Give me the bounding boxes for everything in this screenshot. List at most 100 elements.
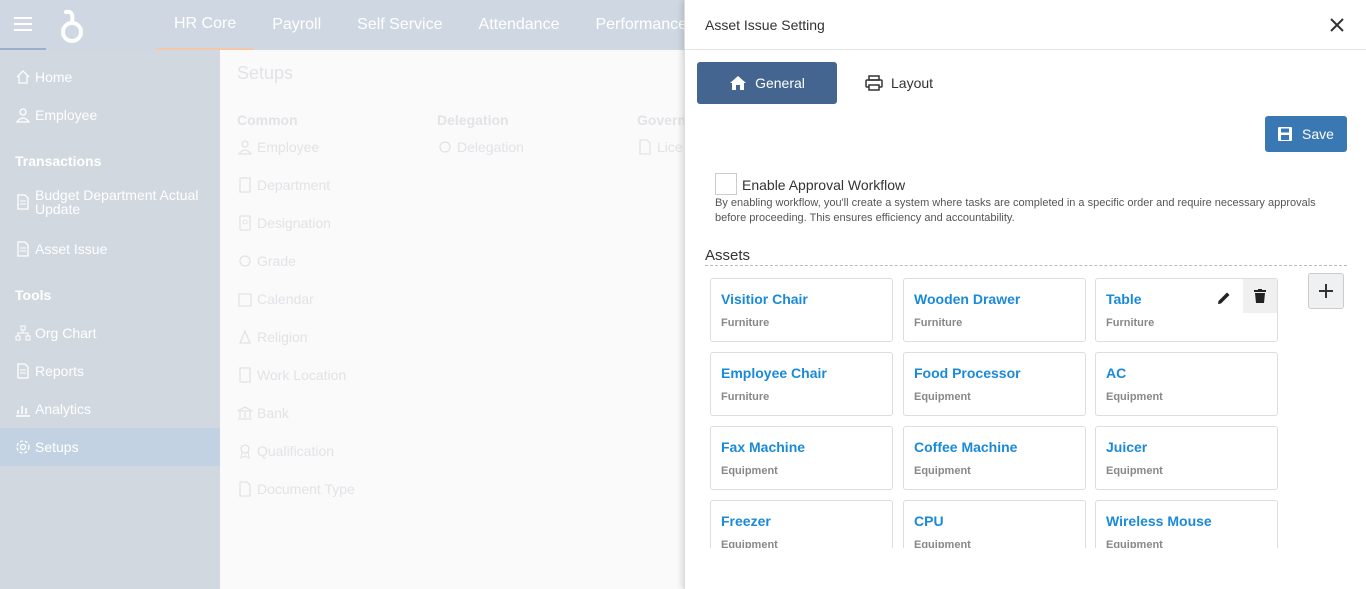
column-heading: Delegation [437,112,509,128]
app-logo[interactable] [58,8,86,44]
asset-category: Furniture [721,391,770,403]
analytics-icon [16,406,30,417]
sidebar-item-reports[interactable]: Reports [0,352,220,390]
asset-card[interactable]: CPU Equipment [903,500,1086,548]
asset-name[interactable]: Coffee Machine [914,439,1017,455]
building-icon [239,367,251,383]
asset-name[interactable]: Employee Chair [721,365,827,381]
asset-card[interactable]: Wireless Mouse Equipment [1095,500,1278,548]
asset-name[interactable]: Freezer [721,513,771,529]
setup-link-religion[interactable]: Religion [237,318,355,356]
asset-category: Equipment [1106,539,1163,548]
topnav-hr-core[interactable]: HR Core [156,0,255,50]
asset-category: Equipment [914,465,971,477]
edit-icon[interactable] [1214,288,1234,308]
asset-category: Equipment [721,465,778,477]
user-icon [237,140,253,155]
setup-link-label: Employee [257,139,320,155]
setup-link-calendar[interactable]: Calendar [237,280,355,318]
setup-link-designation[interactable]: Designation [237,204,355,242]
setup-link-delegation[interactable]: Delegation [437,128,524,166]
user-icon [15,108,31,123]
document-icon [239,481,251,497]
setups-page: Setups Common Employee Department Design… [220,50,686,589]
sidebar-item-label: Setups [35,439,79,455]
asset-category: Equipment [1106,465,1163,477]
setup-link-label: Work Location [257,367,347,383]
setup-link-department[interactable]: Department [237,166,355,204]
asset-name[interactable]: Wireless Mouse [1106,513,1212,529]
sidebar-item-label: Asset Issue [35,241,108,257]
enable-approval-workflow-checkbox[interactable] [715,173,737,195]
setup-link-work-location[interactable]: Work Location [237,356,355,394]
asset-category: Furniture [914,317,963,329]
sidebar-item-label: Analytics [35,401,92,417]
assets-divider [705,265,1347,266]
tab-layout[interactable]: Layout [865,62,933,104]
page-title: Setups [237,63,294,83]
org-chart-icon [15,325,31,341]
setup-link-label: Department [257,177,331,193]
asset-name[interactable]: CPU [914,513,944,529]
asset-card[interactable]: Wooden Drawer Furniture [903,278,1086,342]
asset-name[interactable]: Wooden Drawer [914,291,1020,307]
tab-general[interactable]: General [697,62,837,104]
asset-category: Furniture [1106,317,1155,329]
setups-common-column: Common Employee Department Designation G… [237,112,355,508]
sidebar-item-asset-issue[interactable]: Asset Issue [0,230,220,268]
add-asset-button[interactable] [1308,273,1344,309]
certificate-icon [240,444,250,459]
sidebar-item-org-chart[interactable]: Org Chart [0,314,220,352]
asset-name[interactable]: Food Processor [914,365,1021,381]
sidebar-heading-tools: Tools [15,287,52,303]
setup-link-document-type[interactable]: Document Type [237,470,355,508]
asset-name[interactable]: Juicer [1106,439,1147,455]
asset-name[interactable]: Visitior Chair [721,291,808,307]
sidebar-item-setups[interactable]: Setups [0,428,220,466]
setup-link-grade[interactable]: Grade [237,242,355,280]
asset-card[interactable]: Coffee Machine Equipment [903,426,1086,490]
sidebar-item-employee[interactable]: Employee [0,96,220,134]
sidebar-item-budget-department[interactable]: Budget Department Actual Update [0,180,220,230]
asset-name[interactable]: Fax Machine [721,439,805,455]
setup-link-bank[interactable]: Bank [237,394,355,432]
sidebar: Home Employee Transactions Budget Depart… [0,50,220,589]
asset-card[interactable]: Freezer Equipment [710,500,893,548]
setup-link-label: Calendar [257,291,314,307]
sidebar-item-analytics[interactable]: Analytics [0,390,220,428]
asset-card[interactable]: Table Furniture [1095,278,1278,342]
topnav-self-service[interactable]: Self Service [339,0,460,50]
sidebar-item-label: Budget Department Actual Update [35,187,199,217]
sidebar-item-home[interactable]: Home [0,58,220,96]
tab-label: Layout [891,75,934,91]
floppy-disk-icon [1278,127,1293,141]
asset-card[interactable]: Juicer Equipment [1095,426,1278,490]
setup-link-qualification[interactable]: Qualification [237,432,355,470]
setup-link-employee[interactable]: Employee [237,128,355,166]
edit-document-icon [639,139,651,155]
asset-card[interactable]: Fax Machine Equipment [710,426,893,490]
setup-link-label: Delegation [457,139,524,155]
topnav-payroll[interactable]: Payroll [254,0,339,50]
save-label: Save [1302,126,1334,142]
close-icon[interactable] [1328,16,1346,34]
asset-card[interactable]: Employee Chair Furniture [710,352,893,416]
asset-name[interactable]: AC [1106,365,1126,381]
asset-category: Equipment [1106,391,1163,403]
asset-name[interactable]: Table [1106,291,1142,307]
setup-link-license[interactable]: Lice [637,128,686,166]
topnav-attendance[interactable]: Attendance [461,0,578,50]
asset-category: Equipment [914,391,971,403]
asset-issue-setting-panel: Asset Issue Setting General Layout Save … [684,0,1366,589]
setup-link-label: Designation [257,215,331,231]
delete-icon[interactable] [1243,279,1277,313]
hamburger-menu-icon[interactable] [0,0,46,50]
home-icon [730,76,747,90]
asset-card[interactable]: Food Processor Equipment [903,352,1086,416]
save-button[interactable]: Save [1265,116,1347,152]
sidebar-item-label: Org Chart [35,325,97,341]
asset-card[interactable]: Visitior Chair Furniture [710,278,893,342]
setup-link-label: Document Type [257,481,355,497]
workflow-description: By enabling workflow, you'll create a sy… [715,197,1316,224]
asset-card[interactable]: AC Equipment [1095,352,1278,416]
